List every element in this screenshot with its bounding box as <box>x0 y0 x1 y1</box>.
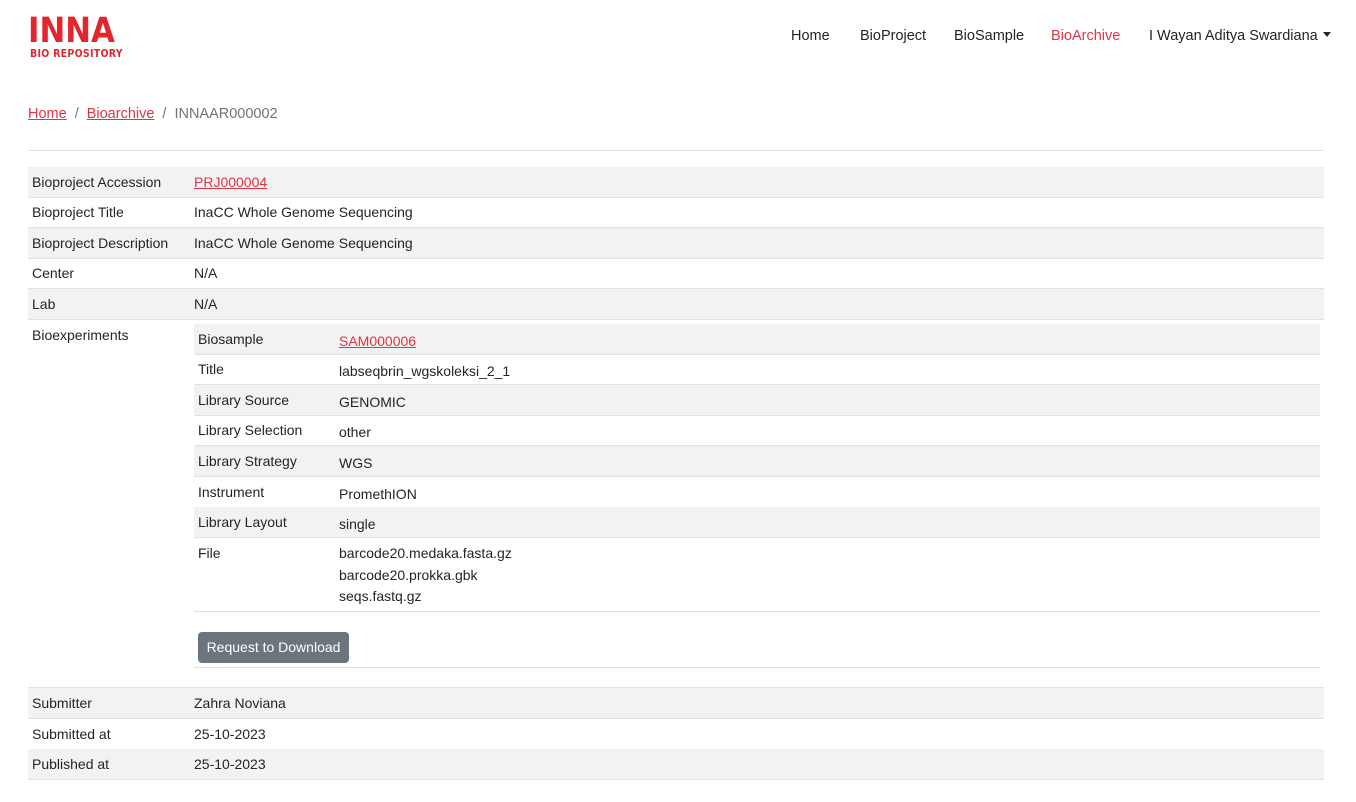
breadcrumb-separator: / <box>74 106 79 122</box>
label-bioproject-accession: Bioproject Accession <box>32 174 162 190</box>
exp-row-library-layout: Library Layout single <box>194 507 1320 538</box>
label-biosample: Biosample <box>198 331 264 347</box>
label-bioproject-description: Bioproject Description <box>32 235 169 251</box>
label-library-selection: Library Selection <box>198 422 303 438</box>
bioproject-accession-link[interactable]: PRJ000004 <box>194 174 267 190</box>
value-library-strategy: WGS <box>339 455 373 471</box>
value-submitter: Zahra Noviana <box>194 695 286 711</box>
value-instrument: PromethION <box>339 486 417 502</box>
file-item: barcode20.prokka.gbk <box>339 566 478 583</box>
label-center: Center <box>32 265 75 281</box>
row-bioproject-title: Bioproject Title InaCC Whole Genome Sequ… <box>28 197 1324 228</box>
label-library-layout: Library Layout <box>198 514 287 530</box>
label-submitted-at: Submitted at <box>32 726 111 742</box>
user-name: I Wayan Aditya Swardiana <box>1149 28 1318 44</box>
user-menu-dropdown[interactable]: I Wayan Aditya Swardiana <box>1149 28 1331 48</box>
caret-down-icon <box>1322 32 1331 37</box>
breadcrumb: Home / Bioarchive / INNAAR000002 <box>28 106 278 122</box>
row-published-at: Published at 25-10-2023 <box>28 749 1324 780</box>
value-library-selection: other <box>339 424 371 440</box>
biosample-link[interactable]: SAM000006 <box>339 333 416 349</box>
file-item: seqs.fastq.gz <box>339 588 422 604</box>
exp-row-title: Title labseqbrin_wgskoleksi_2_1 <box>194 354 1320 385</box>
request-to-download-button[interactable]: Request to Download <box>198 632 349 663</box>
nav-home[interactable]: Home <box>791 28 830 48</box>
exp-row-instrument: Instrument PromethION <box>194 477 1320 508</box>
row-center: Center N/A <box>28 258 1324 289</box>
value-bioproject-description: InaCC Whole Genome Sequencing <box>194 235 413 251</box>
value-library-source: GENOMIC <box>339 394 406 410</box>
exp-row-file: File barcode20.medaka.fasta.gz barcode20… <box>194 538 1320 612</box>
row-bioproject-description: Bioproject Description InaCC Whole Genom… <box>28 228 1324 259</box>
label-library-source: Library Source <box>198 392 290 408</box>
logo-subtitle: BIO REPOSITORY <box>30 48 123 60</box>
row-lab: Lab N/A <box>28 289 1324 320</box>
nav-bioarchive[interactable]: BioArchive <box>1051 28 1120 48</box>
exp-row-library-source: Library Source GENOMIC <box>194 385 1320 416</box>
inna-logo[interactable]: INNA BIO REPOSITORY <box>28 11 128 63</box>
breadcrumb-bioarchive-link[interactable]: Bioarchive <box>87 106 155 122</box>
value-exp-title: labseqbrin_wgskoleksi_2_1 <box>339 363 511 379</box>
label-exp-title: Title <box>198 361 224 377</box>
value-biosample: SAM000006 <box>339 331 416 353</box>
value-submitted-at: 25-10-2023 <box>194 726 266 742</box>
label-published-at: Published at <box>32 756 110 772</box>
breadcrumb-home-link[interactable]: Home <box>28 106 67 122</box>
file-item: barcode20.medaka.fasta.gz <box>339 545 512 561</box>
row-submitted-at: Submitted at 25-10-2023 <box>28 719 1324 750</box>
row-submitter: Submitter Zahra Noviana <box>28 688 1324 719</box>
row-bioproject-accession: Bioproject Accession PRJ000004 <box>28 167 1324 198</box>
breadcrumb-current: INNAAR000002 <box>174 106 278 122</box>
divider <box>28 150 1324 151</box>
file-list: barcode20.medaka.fasta.gz barcode20.prok… <box>339 543 512 608</box>
nav-biosample[interactable]: BioSample <box>954 28 1024 48</box>
breadcrumb-separator: / <box>162 106 167 122</box>
label-bioproject-title: Bioproject Title <box>32 204 124 220</box>
nav-bioproject[interactable]: BioProject <box>860 28 926 48</box>
label-instrument: Instrument <box>198 484 265 500</box>
value-lab: N/A <box>194 296 218 312</box>
label-submitter: Submitter <box>32 695 92 711</box>
value-published-at: 25-10-2023 <box>194 756 266 772</box>
value-bioproject-title: InaCC Whole Genome Sequencing <box>194 204 413 220</box>
label-bioexperiments: Bioexperiments <box>32 327 129 343</box>
exp-row-library-strategy: Library Strategy WGS <box>194 446 1320 477</box>
label-library-strategy: Library Strategy <box>198 453 297 469</box>
label-file: File <box>198 545 221 561</box>
exp-row-actions: Request to Download <box>194 612 1320 668</box>
value-center: N/A <box>194 265 218 281</box>
exp-row-library-selection: Library Selection other <box>194 415 1320 446</box>
exp-row-biosample: Biosample SAM000006 <box>194 324 1320 355</box>
value-library-layout: single <box>339 516 376 532</box>
value-bioproject-accession: PRJ000004 <box>194 174 267 190</box>
logo-wordmark: INNA <box>28 11 115 51</box>
label-lab: Lab <box>32 296 56 312</box>
